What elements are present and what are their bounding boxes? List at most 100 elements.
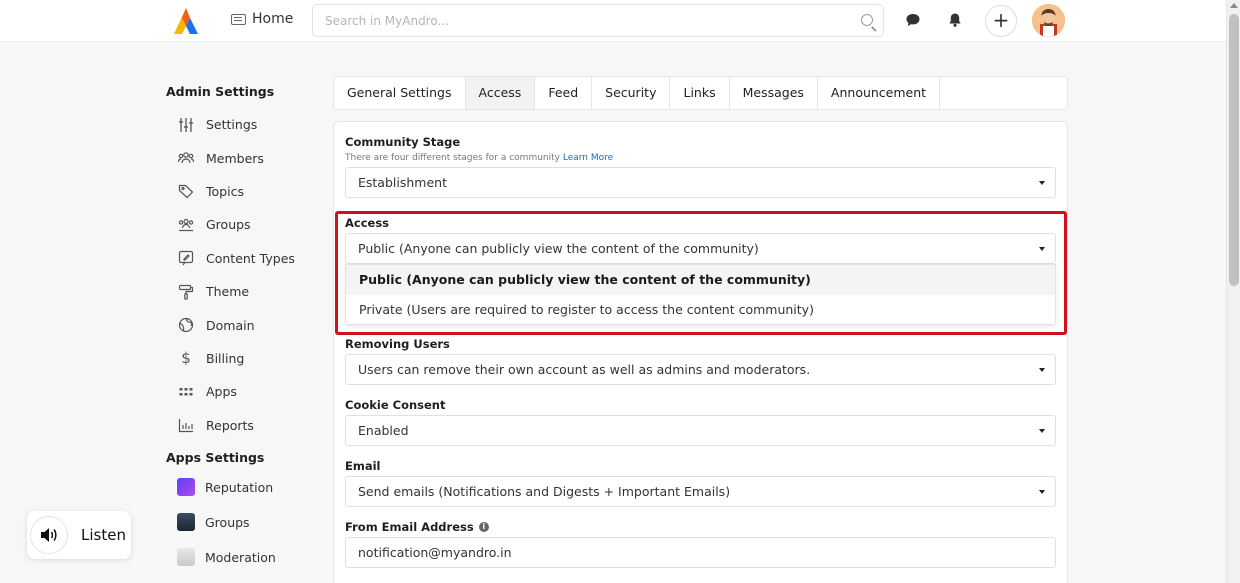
community-stage-help: There are four different stages for a co… (345, 153, 1056, 163)
tab-access[interactable]: Access (465, 77, 536, 109)
scroll-up-arrow-icon[interactable] (1230, 3, 1238, 8)
tag-icon (178, 183, 194, 199)
community-stage-select[interactable]: Establishment (345, 167, 1056, 198)
tab-links[interactable]: Links (670, 77, 730, 109)
sidebar-item-billing[interactable]: $ Billing (166, 342, 326, 375)
sidebar-item-label: Reputation (205, 479, 274, 495)
tab-announcement[interactable]: Announcement (818, 77, 941, 109)
content-types-icon (178, 250, 194, 266)
caret-down-icon (1039, 247, 1045, 251)
scrollbar-thumb[interactable] (1229, 14, 1239, 286)
moderation-app-icon (177, 548, 195, 567)
tab-security[interactable]: Security (592, 77, 671, 109)
info-icon[interactable]: i (478, 522, 489, 532)
apps-settings-heading: Apps Settings (166, 449, 265, 465)
sidebar-item-apps[interactable]: Apps (166, 375, 326, 408)
community-stage-label: Community Stage (345, 135, 461, 149)
reputation-app-icon (177, 478, 195, 497)
sidebar-item-groups[interactable]: Groups (166, 208, 326, 241)
sidebar-item-label: Moderation (205, 549, 276, 565)
tab-general-settings[interactable]: General Settings (334, 77, 466, 109)
groups-app-icon (177, 513, 195, 532)
sidebar-item-domain[interactable]: Domain (166, 308, 326, 341)
admin-settings-heading: Admin Settings (166, 84, 275, 99)
access-option-private[interactable]: Private (Users are required to register … (346, 295, 1055, 325)
page-scrollbar[interactable] (1226, 0, 1240, 583)
sidebar-item-label: Topics (206, 183, 244, 199)
search-bar (312, 4, 884, 37)
access-settings-card: Community Stage There are four different… (333, 121, 1068, 583)
access-option-public[interactable]: Public (Anyone can publicly view the con… (346, 265, 1055, 295)
access-select[interactable]: Public (Anyone can publicly view the con… (345, 233, 1056, 264)
removing-users-select[interactable]: Users can remove their own account as we… (345, 354, 1056, 385)
logo-icon[interactable] (170, 6, 202, 36)
community-stage-value: Establishment (358, 175, 447, 190)
cookie-consent-select[interactable]: Enabled (345, 415, 1056, 446)
sidebar-item-theme[interactable]: Theme (166, 275, 326, 308)
removing-users-value: Users can remove their own account as we… (358, 362, 811, 377)
groups-icon (178, 217, 194, 233)
from-email-field: From Email Address i notification@myandr… (345, 520, 1056, 568)
sidebar-item-label: Content Types (206, 250, 295, 266)
dollar-icon: $ (181, 349, 191, 368)
sidebar-app-moderation[interactable]: Moderation (166, 540, 326, 575)
from-email-input[interactable]: notification@myandro.in (345, 537, 1056, 568)
sidebar-item-label: Groups (206, 217, 251, 233)
from-email-label-row: From Email Address i (345, 520, 1056, 534)
tab-messages[interactable]: Messages (730, 77, 818, 109)
cookie-consent-label: Cookie Consent (345, 398, 446, 412)
removing-users-field: Removing Users Users can remove their ow… (345, 337, 1056, 385)
sidebar-item-reports[interactable]: Reports (166, 409, 326, 442)
listen-widget[interactable]: Listen (27, 511, 131, 559)
sidebar-item-label: Groups (205, 514, 250, 530)
from-email-value: notification@myandro.in (358, 545, 512, 560)
sidebar-app-groups[interactable]: Groups (166, 505, 326, 540)
cookie-consent-field: Cookie Consent Enabled (345, 398, 1056, 446)
chat-icon[interactable] (905, 12, 921, 28)
access-label: Access (345, 216, 390, 230)
listen-label: Listen (81, 526, 126, 544)
sidebar-item-content-types[interactable]: Content Types (166, 242, 326, 275)
cookie-consent-value: Enabled (358, 423, 409, 438)
tab-feed[interactable]: Feed (535, 77, 593, 109)
sidebar-item-label: Settings (206, 117, 258, 133)
settings-tabs: General Settings Access Feed Security Li… (333, 76, 1068, 110)
sidebar-item-settings[interactable]: Settings (166, 108, 326, 141)
top-navbar: Home + (0, 0, 1226, 42)
search-input[interactable] (313, 5, 833, 36)
email-field: Email Send emails (Notifications and Dig… (345, 459, 1056, 507)
search-icon[interactable] (861, 14, 873, 26)
create-button[interactable]: + (985, 5, 1017, 37)
admin-sidebar: Admin Settings Settings Members Topics G… (166, 84, 326, 575)
email-value: Send emails (Notifications and Digests +… (358, 484, 731, 499)
home-link[interactable]: Home (231, 11, 293, 27)
from-email-label: From Email Address (345, 520, 474, 534)
paint-roller-icon (178, 284, 194, 300)
learn-more-link[interactable]: Learn More (563, 153, 613, 163)
sidebar-item-label: Apps (206, 384, 237, 400)
access-value: Public (Anyone can publicly view the con… (358, 241, 759, 256)
caret-down-icon (1039, 368, 1045, 372)
sidebar-item-label: Reports (206, 417, 254, 433)
avatar[interactable] (1032, 4, 1065, 37)
plus-icon: + (992, 8, 1010, 32)
caret-down-icon (1039, 429, 1045, 433)
bell-icon[interactable] (947, 12, 963, 28)
access-field: Access Public (Anyone can publicly view … (345, 216, 1056, 264)
sidebar-item-label: Domain (206, 317, 255, 333)
email-select[interactable]: Send emails (Notifications and Digests +… (345, 476, 1056, 507)
sidebar-item-label: Members (206, 150, 264, 166)
sidebar-item-members[interactable]: Members (166, 141, 326, 174)
community-stage-help-text: There are four different stages for a co… (345, 153, 560, 163)
removing-users-label: Removing Users (345, 337, 450, 351)
community-stage-field: Community Stage There are four different… (345, 135, 1056, 198)
home-icon (231, 13, 246, 25)
email-label: Email (345, 459, 381, 473)
sliders-icon (178, 117, 194, 133)
sidebar-item-label: Theme (206, 284, 250, 300)
caret-down-icon (1039, 490, 1045, 494)
apps-grid-icon (178, 384, 194, 400)
speaker-icon (30, 516, 68, 554)
sidebar-item-topics[interactable]: Topics (166, 175, 326, 208)
sidebar-app-reputation[interactable]: Reputation (166, 470, 326, 505)
